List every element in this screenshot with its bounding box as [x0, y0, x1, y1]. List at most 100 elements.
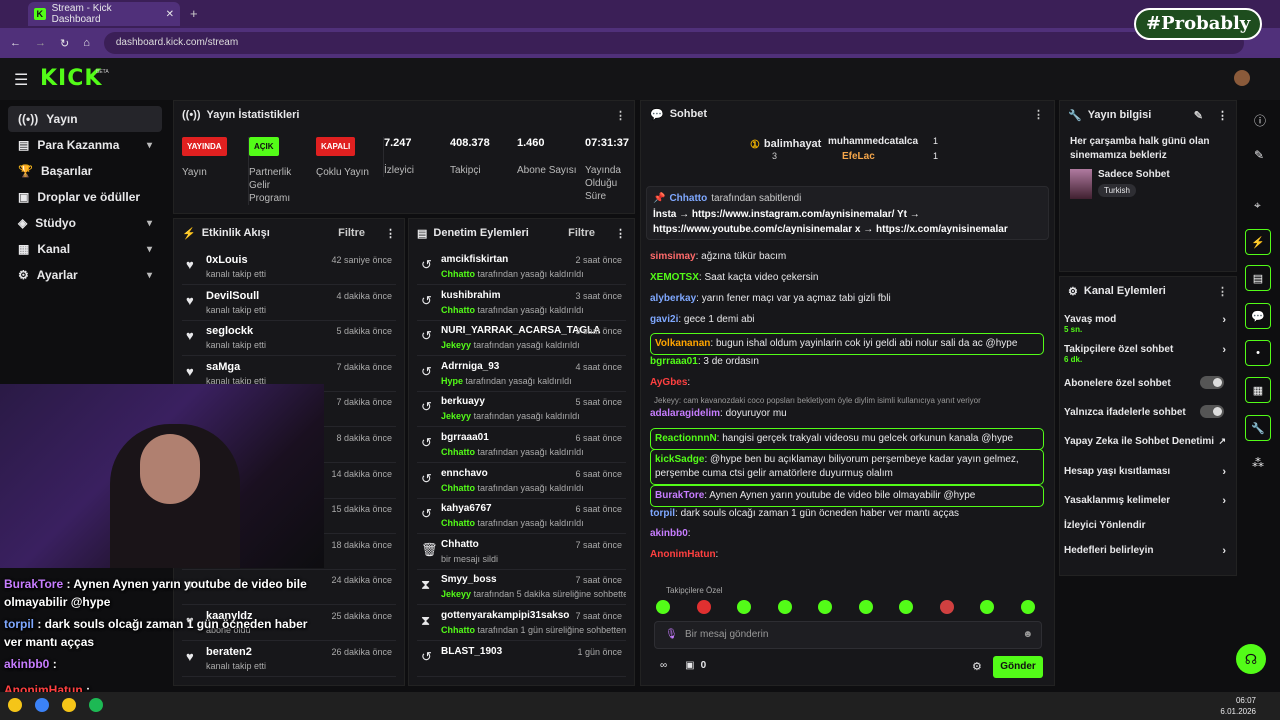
- toggle-switch[interactable]: [1200, 376, 1224, 389]
- moderator-name[interactable]: Chhatto: [441, 625, 475, 635]
- chat-message[interactable]: akinbb0:: [650, 527, 1044, 541]
- moderator-name[interactable]: Jekeyy: [441, 411, 471, 421]
- gift-icon[interactable]: ▣: [685, 660, 694, 671]
- emote-icon[interactable]: [858, 600, 873, 614]
- edit-icon[interactable]: ✎: [1194, 109, 1203, 122]
- menu-icon[interactable]: ☰: [14, 70, 28, 90]
- sidebar-item-droplar[interactable]: ▣ Droplar ve ödüller: [8, 184, 162, 210]
- sidebar-item-studyo[interactable]: ◈ Stüdyo ▾: [8, 210, 162, 236]
- moderator-name[interactable]: Jekeyy: [441, 589, 471, 599]
- emote-icon[interactable]: [777, 600, 792, 614]
- chat-message[interactable]: bgrraaa01: 3 de ordasın: [650, 355, 1044, 369]
- chat-message[interactable]: alyberkay: yarın fener maçı var ya açmaz…: [650, 292, 1044, 306]
- channel-action-item[interactable]: Abonelere özel sohbet: [1064, 376, 1230, 389]
- support-icon[interactable]: ☊: [1236, 644, 1266, 674]
- apps-icon[interactable]: ⁂: [1252, 456, 1264, 470]
- browser-tab[interactable]: K Stream - Kick Dashboard ✕: [28, 2, 180, 26]
- list-item[interactable]: ↺ berkuayy Jekeyy tarafından yasağı kaldır…: [417, 391, 626, 428]
- chat-username[interactable]: kickSadge: [655, 454, 704, 465]
- moderator-name[interactable]: Chhatto: [441, 483, 475, 493]
- username[interactable]: bgrraaa01: [441, 432, 489, 443]
- chat-username[interactable]: akinbb0: [650, 528, 688, 539]
- channel-action-item[interactable]: Yavaş mod 5 sn. ›: [1064, 314, 1230, 334]
- username[interactable]: ennchavo: [441, 468, 488, 479]
- more-icon[interactable]: ⋮: [615, 109, 626, 122]
- chat-input[interactable]: 🎙 Bir mesaj gönderin ☻: [654, 621, 1042, 649]
- chat-message[interactable]: adalaragidelim: doyuruyor mu: [650, 407, 1044, 421]
- sidebar-item-kanal[interactable]: ▦ Kanal ▾: [8, 236, 162, 262]
- emote-icon[interactable]: [696, 600, 711, 614]
- app-icon[interactable]: [8, 698, 22, 712]
- chat-username[interactable]: ReactionnnN: [655, 433, 717, 444]
- moderator-name[interactable]: Hype: [441, 376, 463, 386]
- filter-button[interactable]: Filtre: [338, 227, 365, 239]
- chat-username[interactable]: AyGbes: [650, 377, 687, 388]
- list-item[interactable]: ↺ kushibrahim Chhatto tarafından yasağı ka…: [417, 285, 626, 321]
- avatar[interactable]: [1234, 70, 1250, 86]
- username[interactable]: Chhatto: [441, 539, 479, 550]
- sidebar-item-basarilar[interactable]: 🏆 Başarılar: [8, 158, 162, 184]
- list-item[interactable]: 🗑 Chhatto bir mesajı sildi 7 saat önce: [417, 534, 626, 570]
- username[interactable]: berkuayy: [441, 396, 485, 407]
- emote-icon[interactable]: [980, 600, 995, 614]
- emoji-icon[interactable]: ☻: [1022, 622, 1033, 648]
- chat-message[interactable]: Volkananan: bugun ishal oldum yayinlarin…: [650, 333, 1044, 355]
- list-item[interactable]: ♥ 0xLouis kanalı takip etti 42 saniye önce: [182, 249, 396, 285]
- username[interactable]: kushibrahim: [441, 290, 500, 301]
- pencil-icon[interactable]: ✎: [1254, 148, 1264, 162]
- username[interactable]: Smyy_boss: [441, 574, 497, 585]
- chat-message[interactable]: gavi2i: gece 1 demi abi: [650, 313, 1044, 327]
- chat-message[interactable]: ReactionnnN: hangisi gerçek trakyalı vid…: [650, 428, 1044, 450]
- channel-action-item[interactable]: Yasaklanmış kelimeler ›: [1064, 495, 1230, 507]
- chat-message[interactable]: simsimay: ağzına tükür bacım: [650, 250, 1044, 264]
- emote-icon[interactable]: [737, 600, 752, 614]
- chat-username[interactable]: BurakTore: [655, 490, 704, 501]
- moderator-name[interactable]: Chhatto: [441, 269, 475, 279]
- quick-lightning-icon[interactable]: ⚡: [1245, 229, 1271, 255]
- app-icon[interactable]: [35, 698, 49, 712]
- tag-chip[interactable]: Turkish: [1098, 184, 1136, 197]
- emote-icon[interactable]: [656, 600, 670, 614]
- chat-username[interactable]: torpil: [650, 508, 675, 519]
- quick-broadcast-icon[interactable]: •: [1245, 340, 1271, 366]
- chat-message[interactable]: AnonimHatun:: [650, 548, 1044, 562]
- channel-action-item[interactable]: Yapay Zeka ile Sohbet Denetimi ↗: [1064, 436, 1230, 447]
- spotify-icon[interactable]: [89, 698, 103, 712]
- list-item[interactable]: ↺ amcikfiskirtan Chhatto tarafından yasağı…: [417, 249, 626, 285]
- chat-username[interactable]: bgrraaa01: [650, 356, 698, 367]
- more-icon[interactable]: ⋮: [385, 227, 396, 240]
- moderator-name[interactable]: Chhatto: [441, 305, 475, 315]
- list-item[interactable]: ↺ bgrraaa01 Chhatto tarafından yasağı kald…: [417, 427, 626, 463]
- list-item[interactable]: ⧗ Smyy_boss Jekeyy tarafından 5 dakika sür…: [417, 569, 626, 606]
- filter-button[interactable]: Filtre: [568, 227, 595, 239]
- list-item[interactable]: ↺ Adrrniga_93 Hype tarafından yasağı kaldı…: [417, 356, 626, 392]
- more-icon[interactable]: ⋮: [615, 227, 626, 240]
- sidebar-item-ayarlar[interactable]: ⚙ Ayarlar ▾: [8, 262, 162, 288]
- chat-username[interactable]: XEMOTSX: [650, 272, 699, 283]
- list-item[interactable]: ↺ ennchavo Chhatto tarafından yasağı kaldı…: [417, 463, 626, 499]
- channel-action-item[interactable]: Hesap yaşı kısıtlaması ›: [1064, 466, 1230, 478]
- toggle-switch[interactable]: [1200, 405, 1224, 418]
- channel-action-item[interactable]: İzleyici Yönlendir: [1064, 520, 1230, 531]
- chat-message[interactable]: kickSadge: @hype ben bu açıklamayı biliy…: [650, 449, 1044, 485]
- chat-message[interactable]: torpil: dark souls olcağı zaman 1 gün öc…: [650, 507, 1044, 521]
- chat-username[interactable]: Volkananan: [655, 338, 710, 349]
- forward-icon[interactable]: →: [35, 37, 46, 49]
- emote-icon[interactable]: [899, 600, 914, 614]
- username[interactable]: BLAST_1903: [441, 646, 502, 657]
- username[interactable]: DevilSoull: [206, 290, 259, 302]
- username[interactable]: gottenyarakampipi31sakso: [441, 610, 569, 621]
- moderator-name[interactable]: Jekeyy: [441, 340, 471, 350]
- emote-icon[interactable]: [1020, 600, 1035, 614]
- kick-logo[interactable]: KICK: [40, 66, 102, 91]
- list-item[interactable]: ↺ NURI_YARRAK_ACARSA_TAGLA Jekeyy tarafınd…: [417, 320, 626, 357]
- quick-layout-icon[interactable]: ▦: [1245, 377, 1271, 403]
- username[interactable]: saMga: [206, 361, 240, 373]
- quick-doc-icon[interactable]: ▤: [1245, 265, 1271, 291]
- pinned-message[interactable]: 📌 Chhatto tarafından sabitlendi İnsta → ht…: [646, 186, 1049, 240]
- focus-icon[interactable]: ⌖: [1254, 198, 1261, 213]
- quick-wrench-icon[interactable]: 🔧: [1245, 415, 1271, 441]
- back-icon[interactable]: ←: [10, 37, 21, 49]
- more-icon[interactable]: ⋮: [1217, 285, 1228, 298]
- username[interactable]: kahya6767: [441, 503, 492, 514]
